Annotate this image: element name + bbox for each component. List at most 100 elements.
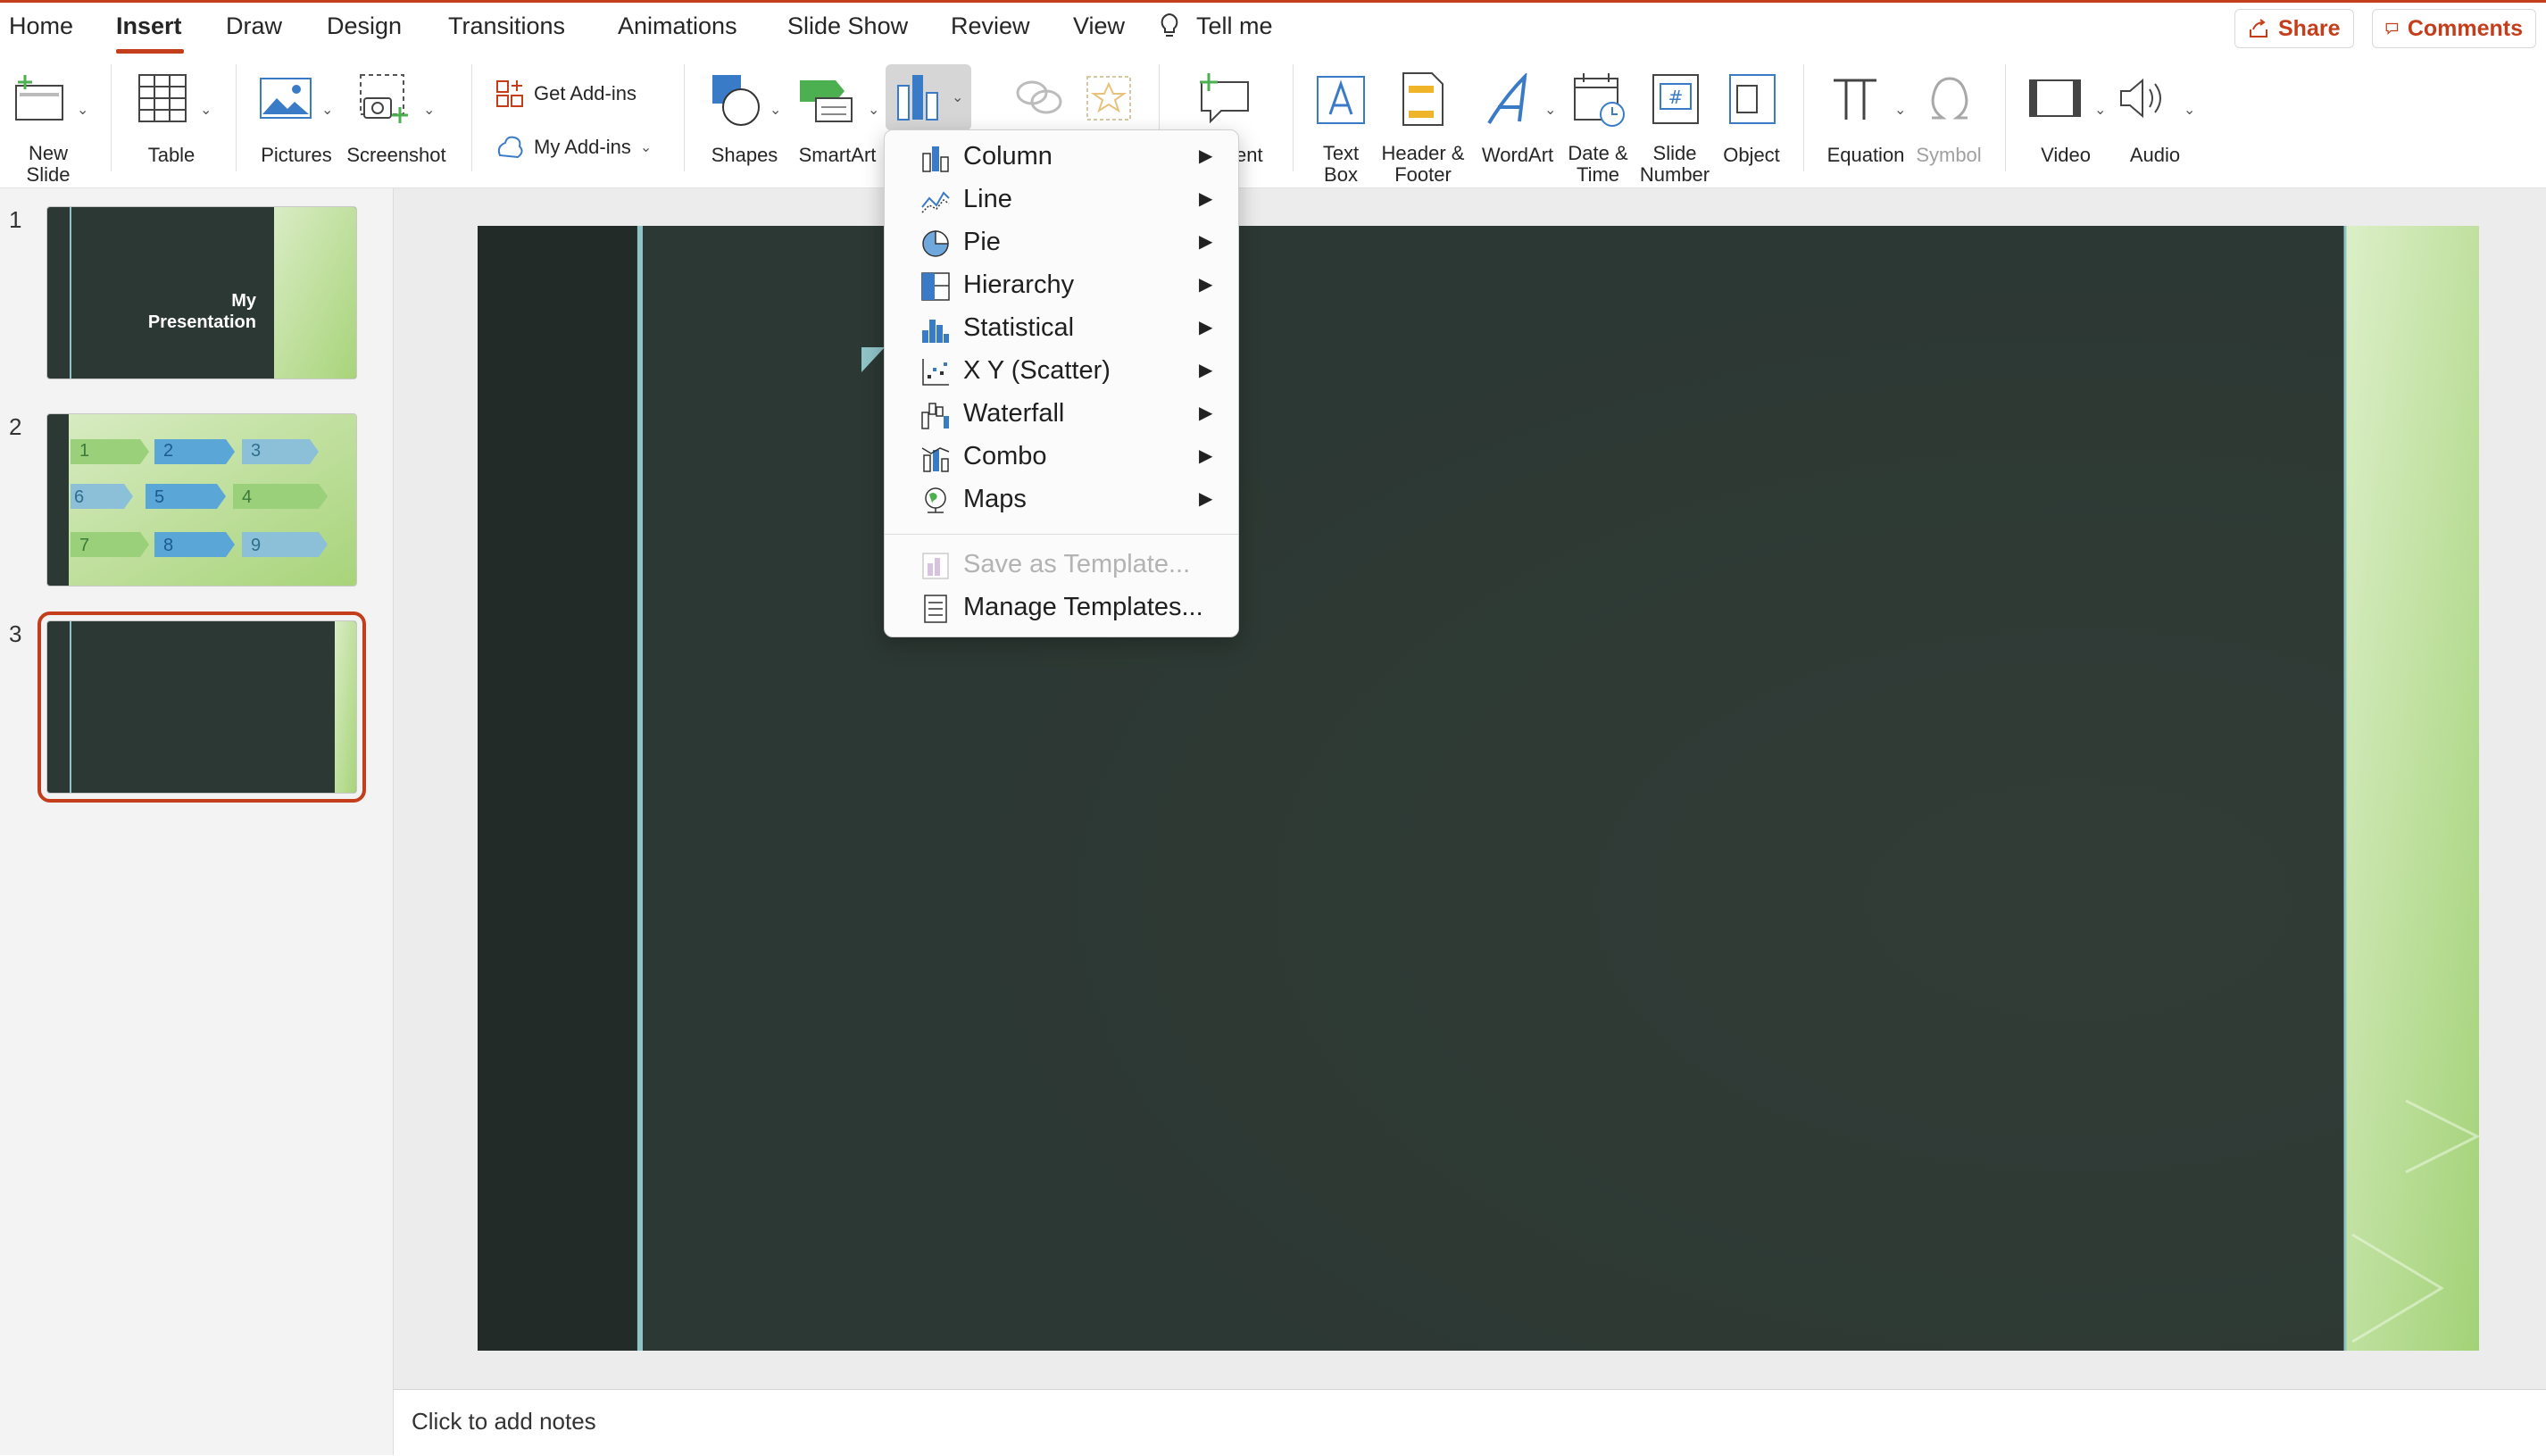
shapes-icon bbox=[712, 75, 760, 126]
slide-number-icon: # bbox=[1652, 74, 1699, 124]
tab-insert[interactable]: Insert bbox=[116, 12, 182, 40]
share-button[interactable]: Share bbox=[2234, 9, 2354, 48]
shapes-button[interactable]: ⌄ Shapes bbox=[702, 68, 787, 175]
chevron-down-icon[interactable]: ⌄ bbox=[423, 100, 435, 121]
ribbon-divider bbox=[111, 64, 112, 171]
scatter-chart-icon bbox=[922, 359, 949, 386]
table-button[interactable]: ⌄ Table bbox=[125, 68, 218, 175]
menu-label: X Y (Scatter) bbox=[963, 356, 1111, 385]
screenshot-button[interactable]: ⌄ Screenshot bbox=[345, 68, 448, 175]
svg-text:#: # bbox=[1668, 87, 1684, 108]
equation-button[interactable]: ⌄ Equation bbox=[1821, 68, 1910, 175]
wordart-icon bbox=[1487, 73, 1527, 125]
slide-thumbnail-3[interactable] bbox=[37, 612, 366, 803]
wordart-button[interactable]: ⌄ WordArt bbox=[1475, 68, 1560, 175]
tab-animations[interactable]: Animations bbox=[618, 12, 737, 40]
menu-label: Save as Template... bbox=[963, 550, 1191, 578]
notes-pane[interactable]: Click to add notes bbox=[394, 1389, 2546, 1456]
cell-4: 4 bbox=[242, 487, 253, 507]
tab-design[interactable]: Design bbox=[327, 12, 402, 40]
current-slide-canvas[interactable] bbox=[478, 226, 2479, 1351]
my-addins-label: My Add-ins bbox=[534, 136, 631, 158]
pictures-button[interactable]: ⌄ Pictures bbox=[254, 68, 339, 175]
menu-item-save-as-template[interactable]: Save as Template... bbox=[885, 544, 1238, 587]
cell-5: 5 bbox=[154, 487, 165, 507]
chevron-down-icon[interactable]: ⌄ bbox=[952, 87, 963, 109]
object-button[interactable]: Object bbox=[1714, 68, 1789, 175]
pi-icon bbox=[1834, 79, 1876, 120]
link-button[interactable] bbox=[1007, 68, 1069, 139]
header-footer-icon bbox=[1402, 72, 1444, 126]
tab-view[interactable]: View bbox=[1073, 12, 1125, 40]
cell-8: 8 bbox=[163, 536, 174, 555]
slide-thumbnail-pane: 1 My Presentation 2 1 2 3 6 5 4 7 8 9 3 bbox=[0, 188, 394, 1455]
chevron-down-icon[interactable]: ⌄ bbox=[200, 100, 212, 121]
submenu-arrow-icon: ▶ bbox=[1199, 446, 1213, 466]
menu-divider bbox=[885, 534, 1238, 535]
menu-label: Hierarchy bbox=[963, 270, 1075, 299]
symbol-button[interactable]: Symbol bbox=[1910, 68, 1987, 175]
column-chart-icon bbox=[897, 75, 938, 121]
menu-item-line[interactable]: Line ▶ bbox=[885, 179, 1238, 221]
tell-me-search[interactable]: Tell me bbox=[1196, 12, 1273, 40]
shapes-label: Shapes bbox=[711, 144, 778, 166]
menu-item-column[interactable]: Column ▶ bbox=[885, 136, 1238, 179]
combo-chart-icon bbox=[921, 447, 950, 472]
tab-home[interactable]: Home bbox=[9, 12, 73, 40]
smartart-label: SmartArt bbox=[798, 144, 877, 166]
chevron-down-icon[interactable]: ⌄ bbox=[1894, 100, 1906, 121]
tab-draw[interactable]: Draw bbox=[226, 12, 282, 40]
tab-transitions[interactable]: Transitions bbox=[448, 12, 565, 40]
object-label: Object bbox=[1723, 144, 1780, 166]
chart-button[interactable]: ⌄ bbox=[886, 64, 971, 130]
video-button[interactable]: ⌄ Video bbox=[2023, 68, 2109, 175]
slide-number: 1 bbox=[9, 206, 22, 233]
chevron-down-icon[interactable]: ⌄ bbox=[868, 100, 879, 121]
cell-6: 6 bbox=[74, 487, 85, 507]
chevron-down-icon[interactable]: ⌄ bbox=[770, 100, 781, 121]
header-footer-button[interactable]: Header & Footer bbox=[1378, 68, 1468, 186]
menu-item-manage-templates[interactable]: Manage Templates... bbox=[885, 587, 1238, 629]
slide-thumbnail-1[interactable]: My Presentation bbox=[46, 206, 357, 379]
ribbon-divider bbox=[236, 64, 237, 171]
get-addins-button[interactable]: Get Add-ins bbox=[495, 79, 636, 109]
new-slide-button[interactable]: ⌄ New Slide bbox=[5, 68, 91, 186]
date-time-button[interactable]: Date & Time bbox=[1560, 68, 1635, 186]
slide-number-button[interactable]: # Slide Number bbox=[1637, 68, 1712, 186]
cell-2: 2 bbox=[163, 441, 174, 461]
my-addins-button[interactable]: My Add-ins ⌄ bbox=[495, 134, 652, 161]
comments-label: Comments bbox=[2407, 15, 2523, 41]
slide-thumbnail-2[interactable]: 1 2 3 6 5 4 7 8 9 bbox=[46, 413, 357, 587]
column-chart-icon bbox=[922, 146, 949, 172]
chevron-down-icon[interactable]: ⌄ bbox=[77, 100, 88, 121]
equation-label: Equation bbox=[1826, 144, 1905, 166]
chevron-down-icon[interactable]: ⌄ bbox=[640, 138, 652, 156]
menu-item-maps[interactable]: Maps ▶ bbox=[885, 478, 1238, 521]
addins-icon bbox=[497, 136, 523, 159]
action-button[interactable] bbox=[1077, 68, 1139, 139]
menu-item-hierarchy[interactable]: Hierarchy ▶ bbox=[885, 264, 1238, 307]
chevron-down-icon[interactable]: ⌄ bbox=[2184, 100, 2195, 121]
text-box-button[interactable]: Text Box bbox=[1307, 68, 1375, 186]
audio-label: Audio bbox=[2129, 144, 2181, 166]
audio-button[interactable]: ⌄ Audio bbox=[2112, 68, 2198, 175]
tab-slide-show[interactable]: Slide Show bbox=[787, 12, 908, 40]
chevron-down-icon[interactable]: ⌄ bbox=[321, 100, 333, 121]
chevron-down-icon[interactable]: ⌄ bbox=[2094, 100, 2106, 121]
menu-item-statistical[interactable]: Statistical ▶ bbox=[885, 307, 1238, 350]
menu-label: Combo bbox=[963, 442, 1047, 470]
object-icon bbox=[1729, 74, 1776, 124]
chevron-down-icon[interactable]: ⌄ bbox=[1544, 100, 1556, 121]
speaker-icon bbox=[2120, 78, 2161, 119]
cell-9: 9 bbox=[251, 536, 262, 555]
share-icon bbox=[2250, 19, 2267, 37]
menu-item-scatter[interactable]: X Y (Scatter) ▶ bbox=[885, 350, 1238, 393]
smartart-button[interactable]: ⌄ SmartArt bbox=[793, 68, 882, 175]
menu-item-combo[interactable]: Combo ▶ bbox=[885, 436, 1238, 478]
menu-item-pie[interactable]: Pie ▶ bbox=[885, 221, 1238, 264]
submenu-arrow-icon: ▶ bbox=[1199, 489, 1213, 509]
comments-button[interactable]: Comments bbox=[2372, 9, 2536, 48]
tab-review[interactable]: Review bbox=[951, 12, 1030, 40]
menu-item-waterfall[interactable]: Waterfall ▶ bbox=[885, 393, 1238, 436]
chart-type-menu: Column ▶ Line ▶ Pie ▶ Hierarchy ▶ Statis… bbox=[884, 129, 1239, 637]
